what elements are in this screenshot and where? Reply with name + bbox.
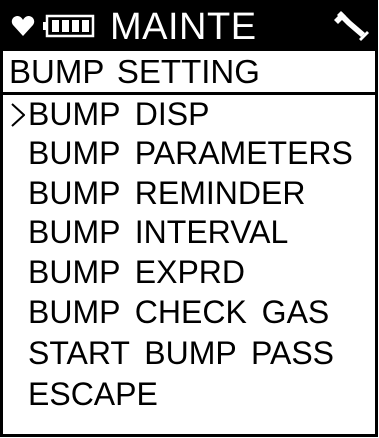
menu-item-label: ESCAPE xyxy=(28,376,158,412)
menu-item-start-bump-pass[interactable]: START BUMP PASS xyxy=(3,334,375,372)
mode-title: MAINTE xyxy=(110,6,257,48)
menu-item-bump-exprd[interactable]: BUMP EXPRD xyxy=(3,253,375,291)
menu-header: BUMP SETTING xyxy=(3,51,375,95)
selection-cursor-icon xyxy=(11,103,25,127)
menu-item-bump-check-gas[interactable]: BUMP CHECK GAS xyxy=(3,293,375,331)
menu-item-bump-reminder[interactable]: BUMP REMINDER xyxy=(3,174,375,212)
menu-item-bump-interval[interactable]: BUMP INTERVAL xyxy=(3,213,375,251)
battery-icon xyxy=(43,14,95,38)
status-bar: MAINTE xyxy=(3,3,375,51)
menu-item-label: BUMP REMINDER xyxy=(28,175,306,211)
menu-item-bump-parameters[interactable]: BUMP PARAMETERS xyxy=(3,134,375,172)
menu-item-bump-disp[interactable]: BUMP DISP xyxy=(3,95,375,133)
wrench-icon xyxy=(334,11,369,41)
menu-item-label: START BUMP PASS xyxy=(28,335,335,371)
menu-item-label: BUMP INTERVAL xyxy=(28,214,289,250)
menu-item-label: BUMP CHECK GAS xyxy=(28,294,330,330)
menu-item-label: BUMP EXPRD xyxy=(28,254,246,290)
menu-item-label: BUMP DISP xyxy=(28,96,210,132)
menu-item-escape[interactable]: ESCAPE xyxy=(3,375,375,413)
heart-icon xyxy=(11,16,35,36)
menu-title: BUMP SETTING xyxy=(9,53,260,90)
menu-item-label: BUMP PARAMETERS xyxy=(28,135,353,171)
device-screen: MAINTE BUMP SETTING BUMP DISP BUMP PARAM… xyxy=(0,0,378,437)
